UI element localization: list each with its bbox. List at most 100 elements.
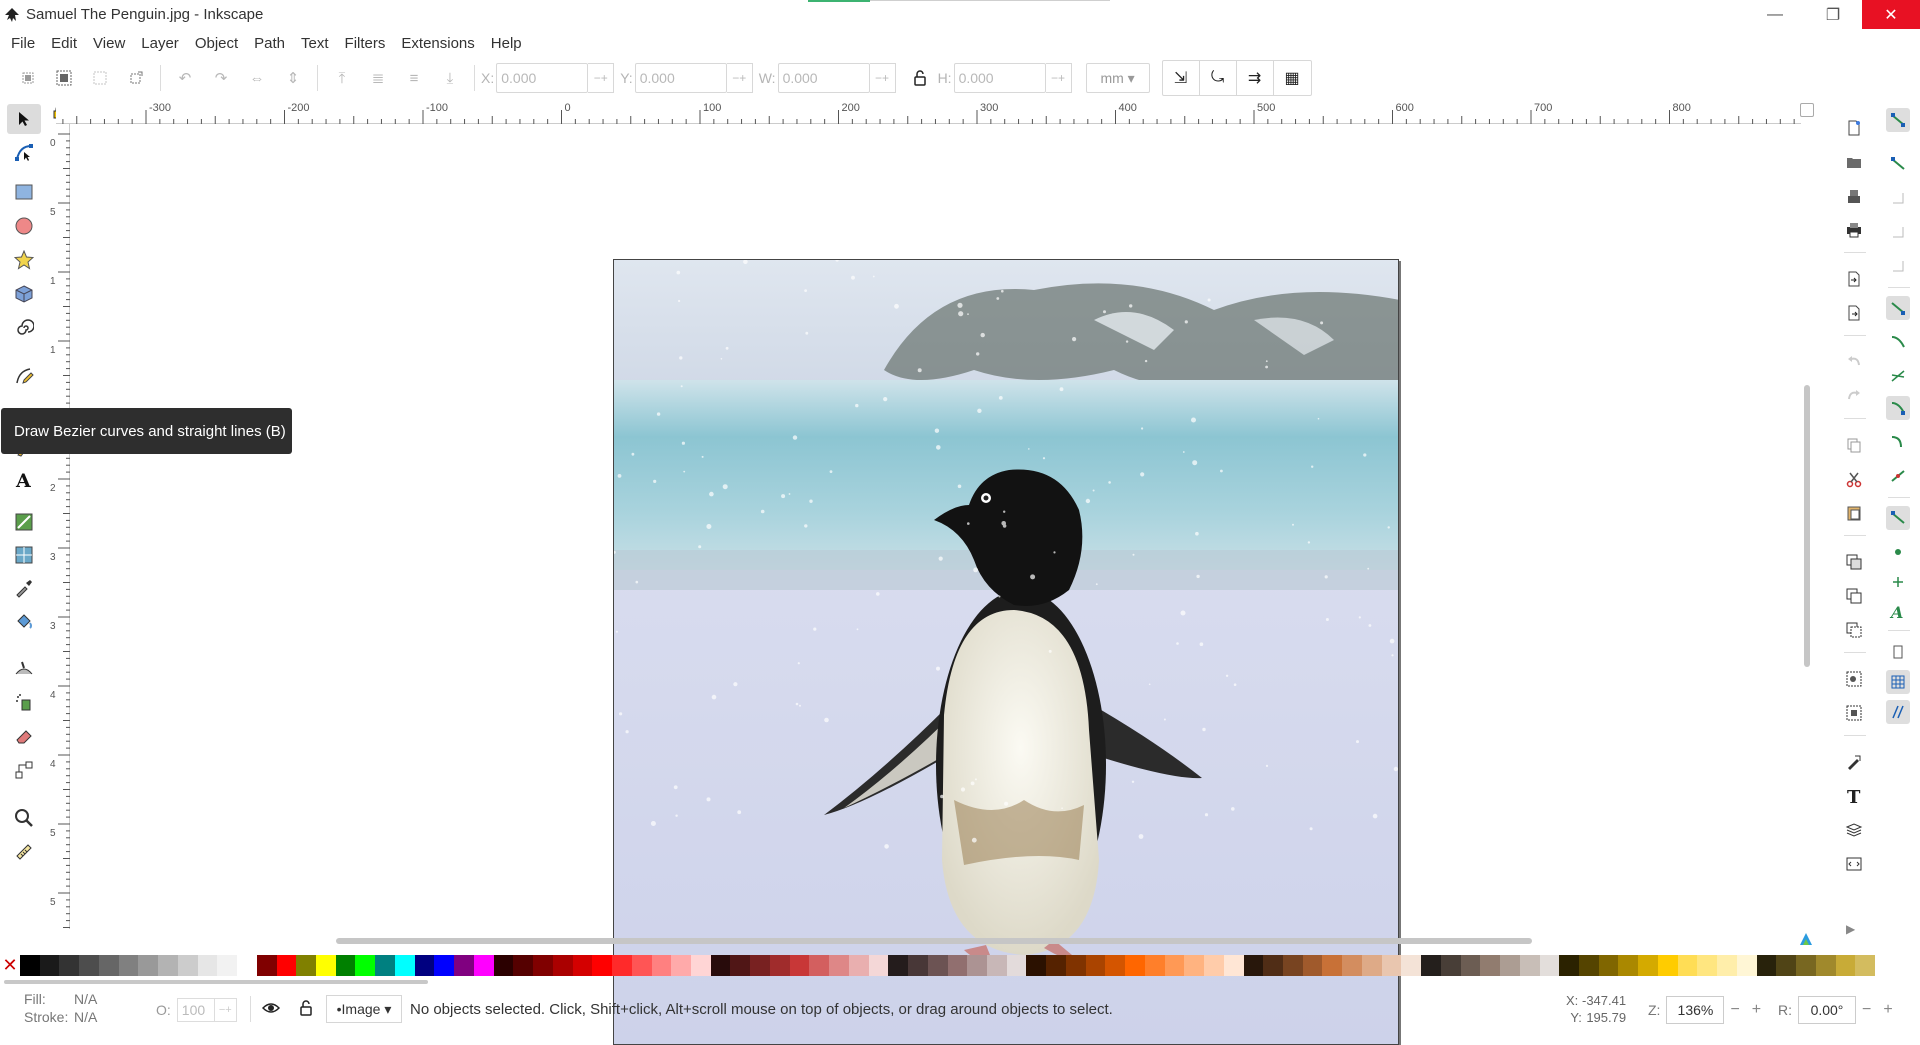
snap-bbox-corners-icon[interactable] xyxy=(1886,220,1910,244)
ungroup-icon[interactable] xyxy=(1842,701,1866,725)
color-swatch[interactable] xyxy=(1717,955,1737,976)
snap-object-center-icon[interactable] xyxy=(1886,540,1910,564)
unlink-clone-icon[interactable] xyxy=(1842,618,1866,642)
color-swatch[interactable] xyxy=(1835,955,1856,976)
menu-path[interactable]: Path xyxy=(246,35,293,52)
color-swatch[interactable] xyxy=(1105,955,1126,976)
color-swatch[interactable] xyxy=(1243,955,1264,976)
color-swatch[interactable] xyxy=(237,955,257,976)
export-icon[interactable] xyxy=(1842,301,1866,325)
color-swatch[interactable] xyxy=(592,955,613,976)
color-swatch[interactable] xyxy=(908,955,928,976)
deselect-icon[interactable] xyxy=(88,66,112,90)
fill-stroke-indicator[interactable]: Fill: N/A Stroke: N/A xyxy=(24,990,97,1026)
color-swatch[interactable] xyxy=(513,955,534,976)
color-swatch[interactable] xyxy=(59,955,80,976)
color-swatch[interactable] xyxy=(710,955,731,976)
color-swatch[interactable] xyxy=(1796,955,1816,976)
color-swatch[interactable] xyxy=(1440,955,1461,976)
color-swatch[interactable] xyxy=(1855,955,1876,976)
color-swatch[interactable] xyxy=(829,955,849,976)
menu-layer[interactable]: Layer xyxy=(133,35,187,52)
color-swatch[interactable] xyxy=(868,955,889,976)
color-swatch[interactable] xyxy=(1302,955,1323,976)
color-swatch[interactable] xyxy=(769,955,790,976)
rotate-minus-button[interactable]: − xyxy=(1862,1001,1871,1019)
vertical-scrollbar[interactable] xyxy=(1804,385,1810,667)
opacity-input[interactable]: 100 xyxy=(176,998,215,1022)
color-swatch[interactable] xyxy=(789,955,810,976)
snap-smooth-nodes-icon[interactable] xyxy=(1886,430,1910,454)
color-swatch[interactable] xyxy=(39,955,60,976)
color-swatch[interactable] xyxy=(967,955,987,976)
minimize-button[interactable]: — xyxy=(1746,0,1804,29)
measure-tool-icon[interactable] xyxy=(11,839,37,865)
color-swatch[interactable] xyxy=(848,955,869,976)
w-spinner[interactable]: −+ xyxy=(869,63,896,93)
color-swatch[interactable] xyxy=(1460,955,1481,976)
rotate-cw-icon[interactable]: ↷ xyxy=(209,66,233,90)
color-swatch[interactable] xyxy=(118,955,139,976)
color-swatch[interactable] xyxy=(276,955,297,976)
color-swatch[interactable] xyxy=(1638,955,1658,976)
menu-view[interactable]: View xyxy=(85,35,133,52)
snap-bbox-icon[interactable] xyxy=(1886,152,1910,176)
opacity-field[interactable]: O: 100 −+ xyxy=(156,998,237,1022)
color-swatch[interactable] xyxy=(1006,955,1027,976)
zoom-tool-icon[interactable] xyxy=(11,805,37,831)
color-swatch[interactable] xyxy=(1322,955,1343,976)
color-swatch[interactable] xyxy=(552,955,573,976)
paint-bucket-tool-icon[interactable] xyxy=(11,608,37,634)
color-swatch[interactable] xyxy=(1026,955,1047,976)
color-swatch[interactable] xyxy=(1263,955,1283,976)
star-tool-icon[interactable] xyxy=(11,247,37,273)
close-button[interactable]: ✕ xyxy=(1862,0,1920,29)
x-input[interactable]: 0.000 xyxy=(496,63,589,93)
new-document-icon[interactable] xyxy=(1842,116,1866,140)
y-input[interactable]: 0.000 xyxy=(634,63,727,93)
rotation-input[interactable]: 0.00° xyxy=(1798,996,1856,1024)
flip-horizontal-icon[interactable]: ⇔ xyxy=(245,66,269,90)
menu-edit[interactable]: Edit xyxy=(43,35,85,52)
save-document-icon[interactable] xyxy=(1842,184,1866,208)
tweak-tool-icon[interactable] xyxy=(11,655,37,681)
toggle-visibility-icon[interactable] xyxy=(261,999,281,1020)
color-swatch[interactable] xyxy=(1401,955,1422,976)
color-swatch[interactable] xyxy=(217,955,238,976)
connector-tool-icon[interactable] xyxy=(11,757,37,783)
horizontal-scrollbar[interactable] xyxy=(336,938,1532,944)
opacity-spinner[interactable]: −+ xyxy=(214,998,237,1022)
spray-tool-icon[interactable] xyxy=(11,689,37,715)
color-swatch[interactable] xyxy=(947,955,968,976)
x-spinner[interactable]: −+ xyxy=(588,63,615,93)
color-swatch[interactable] xyxy=(927,955,948,976)
snap-nodes-icon[interactable] xyxy=(1886,296,1910,320)
move-gradients-icon[interactable]: ⇉ xyxy=(1237,61,1274,95)
color-swatch[interactable] xyxy=(671,955,691,976)
color-swatch[interactable] xyxy=(1046,955,1066,976)
h-spinner[interactable]: −+ xyxy=(1045,63,1072,93)
x-field[interactable]: X: 0.000 −+ xyxy=(481,63,615,93)
drawing-canvas[interactable] xyxy=(71,125,1801,1045)
color-swatch[interactable] xyxy=(1579,955,1599,976)
menu-filters[interactable]: Filters xyxy=(337,35,394,52)
color-swatch[interactable] xyxy=(730,955,751,976)
3d-box-tool-icon[interactable] xyxy=(11,281,37,307)
color-swatch[interactable] xyxy=(651,955,672,976)
color-swatch[interactable] xyxy=(434,955,455,976)
color-swatch[interactable] xyxy=(690,955,711,976)
color-swatch[interactable] xyxy=(1184,955,1205,976)
color-swatch[interactable] xyxy=(98,955,119,976)
node-tool-icon[interactable] xyxy=(11,139,37,165)
color-swatch[interactable] xyxy=(375,955,395,976)
dropper-tool-icon[interactable] xyxy=(11,575,37,601)
rotate-ccw-icon[interactable]: ↶ xyxy=(173,66,197,90)
rotate-plus-button[interactable]: + xyxy=(1883,1001,1892,1019)
color-swatch[interactable] xyxy=(1223,955,1244,976)
color-swatch[interactable] xyxy=(177,955,198,976)
duplicate-icon[interactable] xyxy=(1842,550,1866,574)
snap-others-icon[interactable] xyxy=(1886,506,1910,530)
color-swatch[interactable] xyxy=(1283,955,1303,976)
selector-tool-icon[interactable] xyxy=(7,104,41,134)
color-swatch[interactable] xyxy=(296,955,317,976)
